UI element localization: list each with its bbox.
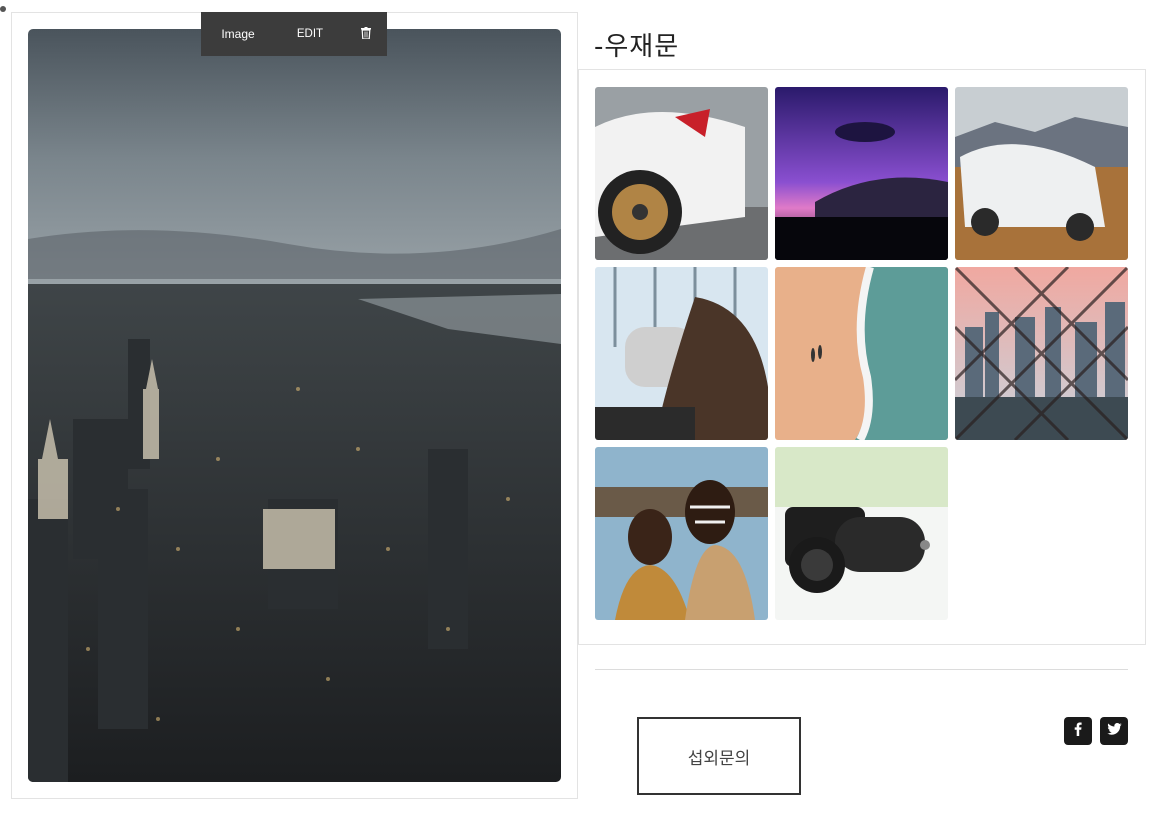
main-city-image[interactable] [28, 29, 561, 782]
gallery-item-camera[interactable] [775, 447, 948, 620]
gallery-item-beach[interactable] [775, 267, 948, 440]
gallery-item-suv[interactable] [955, 87, 1128, 260]
page-title: -우재문 [594, 32, 680, 62]
contact-inquiry-button[interactable]: 섭외문의 [637, 717, 801, 795]
gallery-item-face-paint[interactable] [595, 447, 768, 620]
gallery-item-sports-car[interactable] [595, 87, 768, 260]
trash-icon [361, 26, 371, 42]
facebook-button[interactable] [1064, 717, 1092, 745]
section-divider [595, 669, 1128, 670]
gallery-item-binocular[interactable] [595, 267, 768, 440]
delete-button[interactable] [345, 12, 387, 56]
facebook-icon [1074, 722, 1082, 741]
edit-button[interactable]: EDIT [275, 12, 345, 56]
image-type-label[interactable]: Image [201, 12, 275, 56]
twitter-button[interactable] [1100, 717, 1128, 745]
twitter-icon [1106, 722, 1122, 740]
gallery-item-sunset[interactable] [775, 87, 948, 260]
corner-handle [0, 6, 6, 12]
gallery-item-city-fence[interactable] [955, 267, 1128, 440]
image-toolbar: Image EDIT [201, 12, 387, 56]
